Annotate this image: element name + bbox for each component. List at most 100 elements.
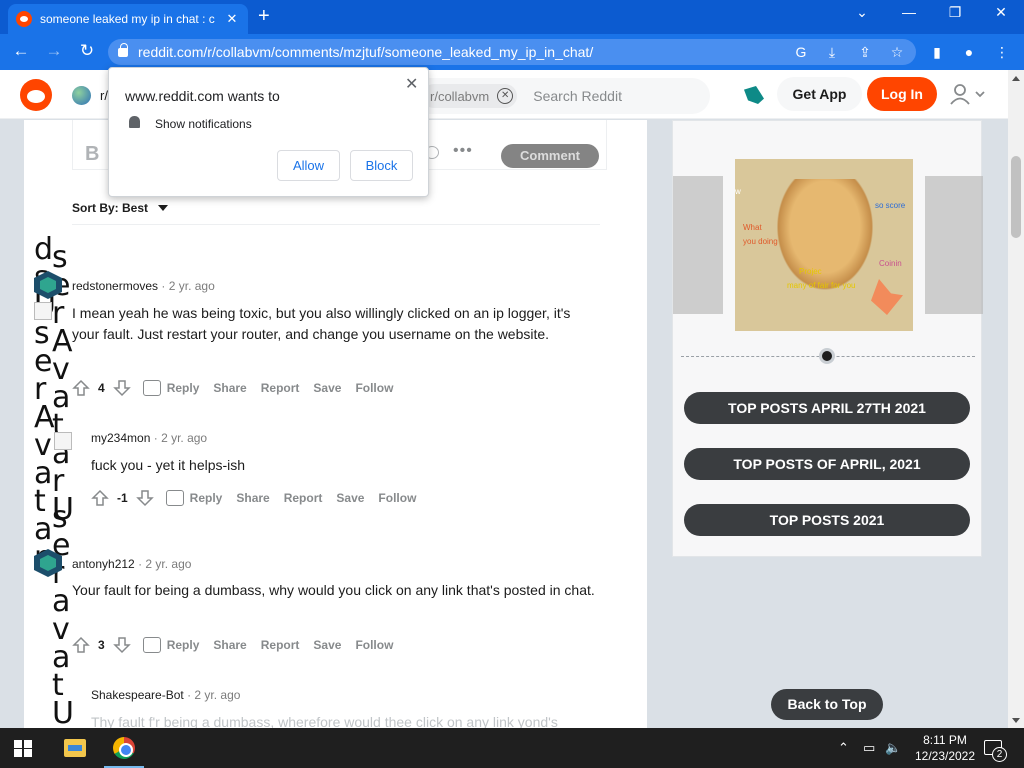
scroll-down-icon[interactable] [1012,718,1020,723]
new-tab-button[interactable]: + [258,5,270,28]
volume-icon[interactable]: 🔈 [885,740,901,756]
reply-button[interactable]: Reply [190,491,223,505]
comment-author[interactable]: antonyh212 · 2 yr. ago [72,557,191,571]
back-arrow-icon[interactable]: ← [10,41,32,61]
report-button[interactable]: Report [261,381,300,395]
top-posts-year-button[interactable]: TOP POSTS 2021 [684,504,970,536]
author-name[interactable]: my234mon [91,431,150,445]
reload-icon[interactable]: ↻ [76,41,98,61]
comment-age[interactable]: 2 yr. ago [169,279,215,293]
restore-button[interactable]: ❐ [943,4,967,21]
downvote-icon[interactable] [135,489,154,507]
downvote-icon[interactable] [112,379,131,397]
reply-bubble-icon[interactable] [142,637,161,653]
allow-button[interactable]: Allow [277,150,340,181]
carousel-meme-image[interactable]: w What you doing so score Coinin Projec … [735,159,913,331]
save-button[interactable]: Save [313,381,341,395]
comment-age[interactable]: 2 yr. ago [145,557,191,571]
bell-icon [129,116,140,128]
close-icon[interactable]: ✕ [405,74,418,94]
top-posts-month-button[interactable]: TOP POSTS OF APRIL, 2021 [684,448,970,480]
reply-bubble-icon[interactable] [142,380,161,396]
share-button[interactable]: Share [213,638,246,652]
lock-icon[interactable] [118,42,128,57]
comment-button[interactable]: Comment [501,144,599,168]
follow-button[interactable]: Follow [355,638,393,652]
google-lens-icon[interactable]: G [791,42,811,62]
page-scrollbar[interactable] [1008,70,1024,728]
comment-author[interactable]: Shakespeare-Bot · 2 yr. ago [91,688,240,702]
bookmark-star-icon[interactable]: ☆ [887,42,907,62]
url-text[interactable]: reddit.com/r/collabvm/comments/mzjtuf/so… [138,44,593,60]
carousel-indicator[interactable] [819,348,835,364]
page-content: B ••• Comment Sort By: Best dsUserAvatar… [0,120,1008,728]
subreddit-icon[interactable] [72,86,91,105]
author-name[interactable]: Shakespeare-Bot [91,688,184,702]
minimize-button[interactable]: — [897,4,921,20]
close-window-button[interactable]: ✕ [989,4,1013,21]
comment-author[interactable]: redstonermoves · 2 yr. ago [72,279,215,293]
sort-dropdown[interactable]: Sort By: Best [72,201,169,215]
upvote-icon[interactable] [72,379,90,397]
comment-author[interactable]: my234mon · 2 yr. ago [91,431,207,445]
browser-menu-icon[interactable]: ⋮ [992,42,1012,62]
browser-tab[interactable]: someone leaked my ip in chat : c ✕ [8,4,248,34]
vote-score: -1 [117,491,128,505]
comment-age[interactable]: 2 yr. ago [161,431,207,445]
user-menu-icon[interactable] [948,82,988,108]
author-name[interactable]: antonyh212 [72,557,135,571]
meme-text: Coinin [879,259,902,268]
scroll-up-icon[interactable] [1012,76,1020,81]
share-icon[interactable]: ⇪ [855,42,875,62]
carousel-next-image[interactable] [925,176,983,314]
search-scope-chip[interactable]: r/collabvm ✕ [422,84,518,108]
system-clock[interactable]: 8:11 PM 12/23/2022 [910,732,980,764]
chrome-icon[interactable] [113,737,135,759]
author-name[interactable]: redstonermoves [72,279,158,293]
log-in-button[interactable]: Log In [867,77,937,111]
follow-button[interactable]: Follow [355,381,393,395]
report-button[interactable]: Report [261,638,300,652]
upvote-icon[interactable] [72,636,90,654]
reply-button[interactable]: Reply [167,638,200,652]
clock-time: 8:11 PM [923,733,967,747]
more-options-icon[interactable]: ••• [453,142,473,160]
advertise-icon[interactable] [744,86,764,104]
block-button[interactable]: Block [350,150,413,181]
carousel-prev-image[interactable] [673,176,723,314]
forward-arrow-icon[interactable]: → [43,41,65,61]
top-posts-day-button[interactable]: TOP POSTS APRIL 27TH 2021 [684,392,970,424]
report-button[interactable]: Report [284,491,323,505]
upvote-icon[interactable] [91,489,109,507]
share-button[interactable]: Share [236,491,269,505]
scrollbar-thumb[interactable] [1011,156,1021,238]
tray-overflow-chevron-icon[interactable]: ⌃ [838,740,849,756]
save-button[interactable]: Save [336,491,364,505]
tab-close-icon[interactable]: ✕ [224,11,240,27]
profile-icon[interactable]: ● [959,42,979,62]
downvote-icon[interactable] [112,636,131,654]
side-panel-icon[interactable]: ▮ [927,42,947,62]
comment-age[interactable]: 2 yr. ago [194,688,240,702]
clear-scope-icon[interactable]: ✕ [497,88,514,104]
follow-button[interactable]: Follow [378,491,416,505]
share-button[interactable]: Share [213,381,246,395]
get-app-button[interactable]: Get App [777,77,862,111]
search-input[interactable]: Search Reddit [533,88,622,104]
file-explorer-icon[interactable] [64,739,86,757]
tab-search-dropdown-icon[interactable]: ⌄ [850,4,874,21]
search-bar[interactable]: r/collabvm ✕ Search Reddit [400,78,710,114]
save-button[interactable]: Save [313,638,341,652]
network-icon[interactable]: ▭ [863,740,875,756]
sidebar-top-posts: w What you doing so score Coinin Projec … [672,120,983,557]
install-app-icon[interactable]: ⤓ [822,42,842,62]
notification-count-badge: 2 [992,747,1007,762]
reddit-logo-icon[interactable] [20,79,52,111]
reply-button[interactable]: Reply [167,381,200,395]
back-to-top-button[interactable]: Back to Top [771,689,883,720]
windows-start-icon[interactable] [14,740,32,757]
bold-format-icon[interactable]: B [85,143,99,166]
subreddit-name[interactable]: r/ [100,88,108,103]
reply-bubble-icon[interactable] [165,490,184,506]
browser-tab-strip: someone leaked my ip in chat : c ✕ + ⌄ —… [0,0,1024,34]
